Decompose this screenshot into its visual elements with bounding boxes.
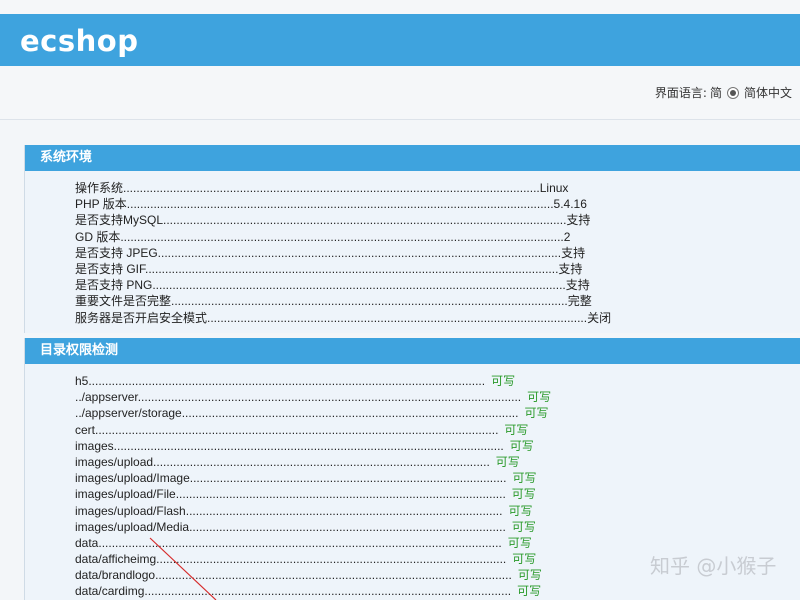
watermark-text: 知乎 @小猴子 [650, 554, 777, 578]
red-annotation-line [149, 537, 217, 600]
